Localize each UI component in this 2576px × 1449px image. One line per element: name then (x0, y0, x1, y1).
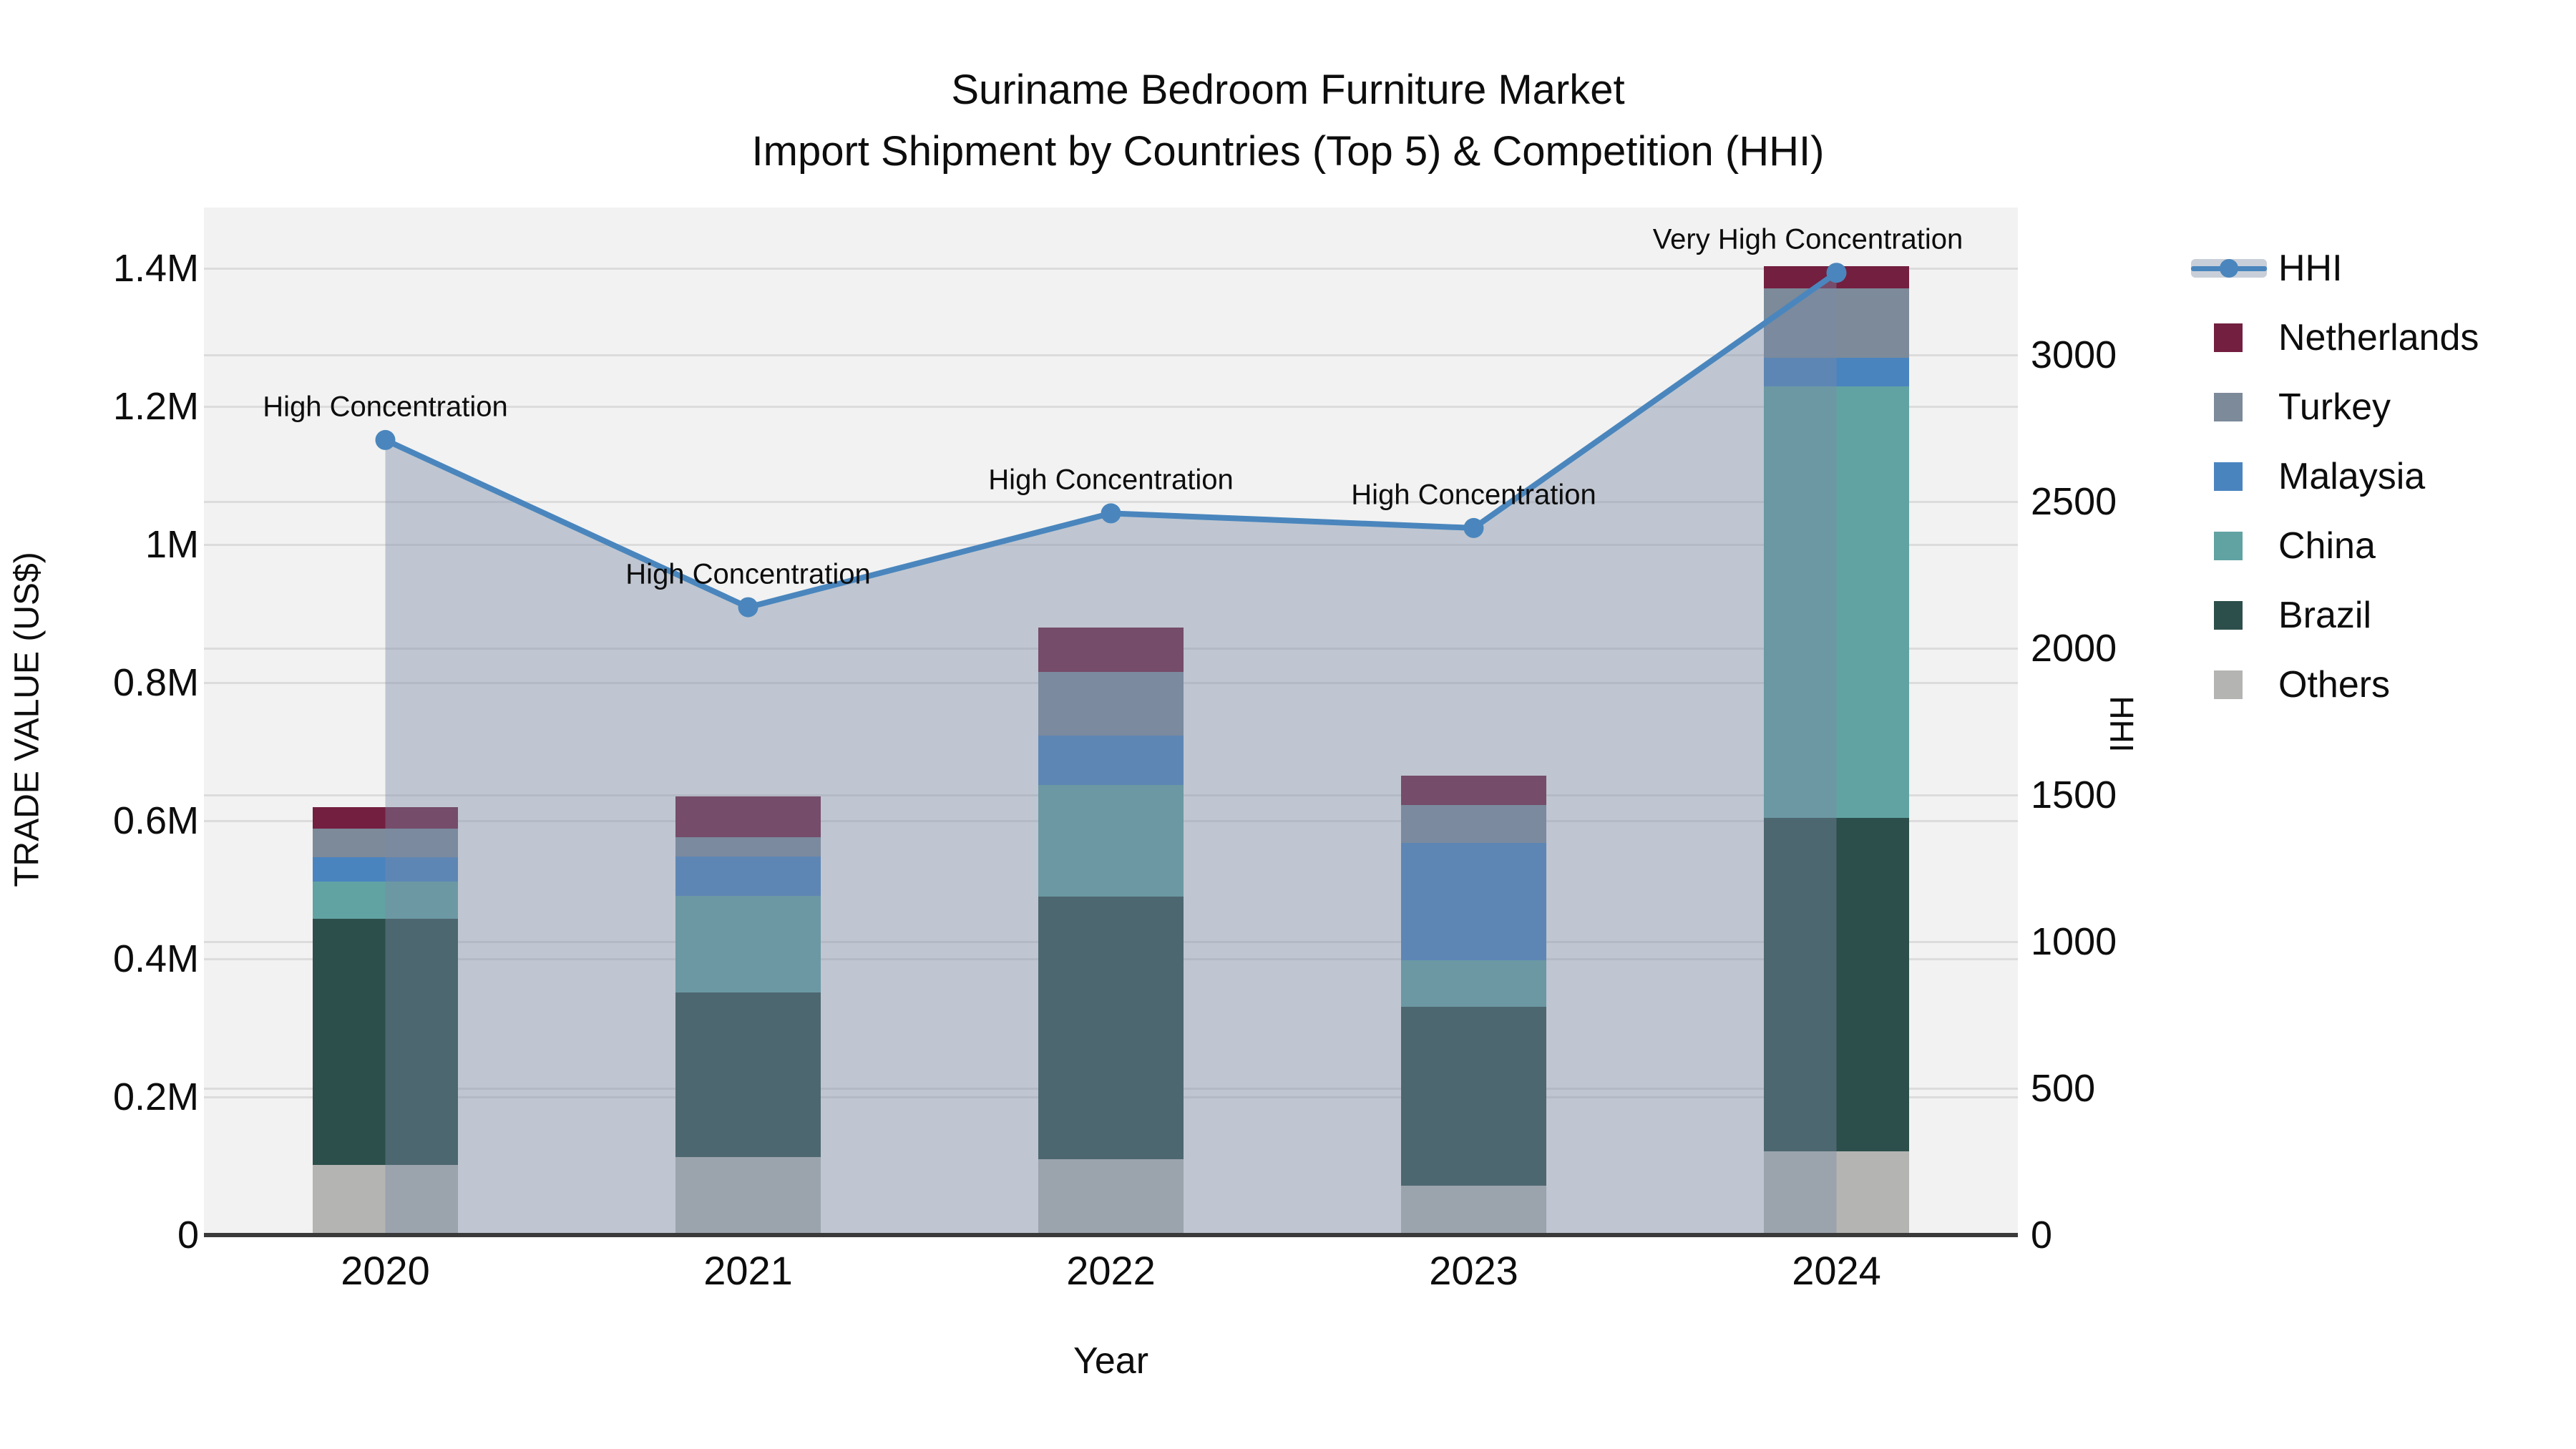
y-right-tick-2000: 2000 (2031, 627, 2117, 670)
x-tick-2022: 2022 (1066, 1248, 1156, 1293)
legend-item-brazil[interactable]: Brazil (2190, 580, 2371, 650)
y-right-tick-2500: 2500 (2031, 480, 2117, 523)
y-left-tick-0.4M: 0.4M (112, 937, 199, 980)
legend-label-brazil: Brazil (2278, 594, 2372, 636)
netherlands-swatch-icon (2190, 303, 2268, 372)
hhi-marker-2022[interactable] (1101, 503, 1121, 524)
others-swatch-icon (2190, 650, 2268, 719)
malaysia-swatch-icon (2190, 441, 2268, 511)
y-left-tick-0: 0 (177, 1214, 199, 1257)
y-left-tick-0.2M: 0.2M (112, 1075, 199, 1118)
x-axis-line (204, 1233, 2018, 1237)
hhi-line-icon (2190, 233, 2268, 303)
legend-label-hhi: HHI (2278, 247, 2343, 289)
legend-label-china: China (2278, 525, 2376, 567)
brazil-swatch-icon (2190, 580, 2268, 650)
x-tick-2024: 2024 (1792, 1248, 1881, 1293)
legend-item-china[interactable]: China (2190, 511, 2376, 580)
y-left-tick-1.2M: 1.2M (112, 385, 199, 428)
x-tick-2020: 2020 (341, 1248, 430, 1293)
annotation-2024: Very High Concentration (1652, 223, 1963, 255)
legend-item-netherlands[interactable]: Netherlands (2190, 303, 2479, 372)
legend-label-others: Others (2278, 663, 2391, 706)
y-right-tick-500: 500 (2031, 1067, 2096, 1110)
y-left-tick-1M: 1M (145, 523, 199, 566)
legend-item-hhi[interactable]: HHI (2190, 233, 2343, 303)
y-right-tick-1000: 1000 (2031, 920, 2117, 963)
legend-label-turkey: Turkey (2278, 386, 2391, 428)
turkey-swatch-icon (2190, 372, 2268, 441)
legend-label-netherlands: Netherlands (2278, 316, 2479, 358)
annotation-2023: High Concentration (1351, 479, 1596, 511)
x-tick-2023: 2023 (1429, 1248, 1518, 1293)
hhi-area-fill (385, 273, 1837, 1236)
hhi-marker-2020[interactable] (375, 429, 396, 450)
annotation-2021: High Concentration (625, 558, 871, 590)
hhi-marker-2024[interactable] (1826, 263, 1847, 283)
annotation-2022: High Concentration (988, 464, 1234, 496)
x-tick-2021: 2021 (703, 1248, 793, 1293)
figure: Suriname Bedroom Furniture Market Import… (0, 0, 2576, 1449)
y-left-tick-0.6M: 0.6M (112, 799, 199, 842)
x-axis-title: Year (1073, 1340, 1149, 1382)
y-left-tick-0.8M: 0.8M (112, 661, 199, 704)
y-right-tick-3000: 3000 (2031, 333, 2117, 376)
y-left-tick-1.4M: 1.4M (112, 247, 199, 290)
legend-item-others[interactable]: Others (2190, 650, 2390, 719)
hhi-marker-2021[interactable] (738, 597, 758, 618)
legend-item-malaysia[interactable]: Malaysia (2190, 441, 2425, 511)
y-right-tick-1500: 1500 (2031, 774, 2117, 816)
annotation-2020: High Concentration (263, 391, 508, 423)
legend-label-malaysia: Malaysia (2278, 455, 2426, 497)
hhi-marker-2023[interactable] (1463, 517, 1484, 538)
y-axis-right-title: HHI (2103, 696, 2140, 753)
china-swatch-icon (2190, 511, 2268, 580)
legend-item-turkey[interactable]: Turkey (2190, 372, 2391, 441)
y-right-tick-0: 0 (2031, 1214, 2053, 1257)
